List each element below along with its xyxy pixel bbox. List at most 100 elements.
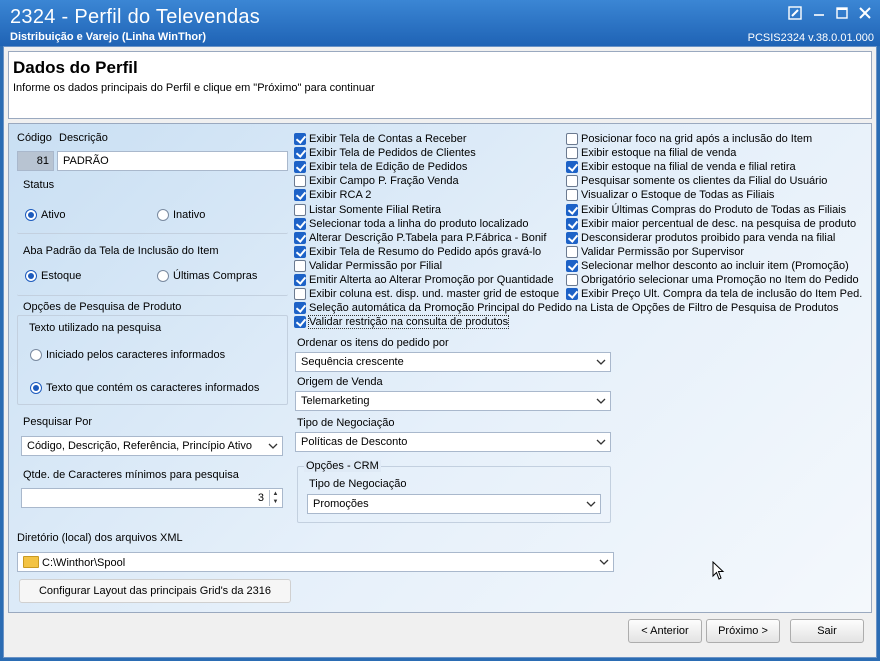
checkbox-checked-icon[interactable] [294,231,306,244]
checkbox-item[interactable]: Alterar Descrição P.Tabela para P.Fábric… [294,231,546,245]
checkbox-unchecked-icon[interactable] [566,245,578,258]
opcoes-pesquisa-label: Opções de Pesquisa de Produto [23,301,182,313]
checkbox-checked-icon[interactable] [294,316,306,328]
aba-estoque-radio[interactable]: Estoque [25,270,81,282]
checkbox-item[interactable]: Validar restrição na consulta de produto… [294,315,510,329]
checkbox-item[interactable]: Exibir Tela de Pedidos de Clientes [294,146,476,160]
window-title: 2324 - Perfil do Televendas [10,6,261,28]
anterior-button[interactable]: < Anterior [628,619,702,643]
checkbox-checked-icon[interactable] [566,259,578,272]
checkbox-item[interactable]: Exibir estoque na filial de venda [566,146,736,160]
stepper-arrows[interactable]: ▲ ▼ [269,490,281,506]
checkbox-checked-icon[interactable] [566,231,578,244]
status-inativo-radio[interactable]: Inativo [157,209,205,221]
checkbox-item[interactable]: Obrigatório selecionar uma Promoção no I… [566,273,859,287]
pesquisa-iniciado-label: Iniciado pelos caracteres informados [46,349,226,361]
checkbox-checked-icon[interactable] [294,274,306,286]
checkbox-unchecked-icon[interactable] [566,274,578,286]
checkbox-item[interactable]: Visualizar o Estoque de Todas as Filiais [566,188,774,202]
ordenar-select[interactable]: Sequência crescente [295,352,611,372]
edit-icon[interactable] [786,6,804,24]
pesquisar-por-select[interactable]: Código, Descrição, Referência, Princípio… [21,436,283,456]
spin-up-icon[interactable]: ▲ [270,490,281,498]
checkbox-label: Validar Permissão por Filial [309,259,443,272]
checkbox-item[interactable]: Posicionar foco na grid após a inclusão … [566,132,812,146]
checkbox-checked-icon[interactable] [566,217,578,230]
diretorio-select[interactable]: C:\Winthor\Spool [17,552,614,572]
checkbox-unchecked-icon[interactable] [294,288,306,301]
codigo-field[interactable]: 81 [17,151,54,171]
checkbox-unchecked-icon[interactable] [566,175,578,188]
checkbox-item[interactable]: Exibir tela de Edição de Pedidos [294,160,467,174]
checkbox-checked-icon[interactable] [294,302,306,314]
checkbox-item[interactable]: Exibir estoque na filial de venda e fili… [566,160,796,174]
checkbox-label: Exibir Tela de Resumo do Pedido após gra… [309,245,542,258]
page-instruction: Informe os dados principais do Perfil e … [13,82,375,94]
page-header: Dados do Perfil Informe os dados princip… [8,51,872,119]
checkbox-checked-icon[interactable] [294,147,306,160]
radio-selected-icon [25,270,37,282]
checkbox-item[interactable]: Exibir Tela de Contas a Receber [294,132,467,146]
checkbox-checked-icon[interactable] [294,161,306,174]
checkbox-item[interactable]: Emitir Alterta ao Alterar Promoção por Q… [294,273,554,287]
pesquisa-iniciado-radio[interactable]: Iniciado pelos caracteres informados [30,349,225,361]
checkbox-unchecked-icon[interactable] [294,203,306,216]
checkbox-checked-icon[interactable] [294,217,306,230]
crm-tipo-select[interactable]: Promoções [307,494,601,514]
aba-ultimas-compras-label: Últimas Compras [173,270,258,282]
pesquisa-contem-radio[interactable]: Texto que contém os caracteres informado… [30,382,259,394]
checkbox-item[interactable]: Exibir coluna est. disp. und. master gri… [294,287,559,301]
checkbox-item[interactable]: Seleção automática da Promoção Principal… [294,301,839,315]
checkbox-label: Exibir Campo P. Fração Venda [309,175,459,188]
checkbox-item[interactable]: Validar Permissão por Filial [294,259,442,273]
minimize-icon[interactable] [810,6,828,24]
checkbox-unchecked-icon[interactable] [294,175,306,188]
origem-value: Telemarketing [301,395,370,407]
checkbox-item[interactable]: Exibir Tela de Resumo do Pedido após gra… [294,245,541,259]
checkbox-checked-icon[interactable] [566,161,578,174]
checkbox-item[interactable]: Exibir Preço Ult. Compra da tela de incl… [566,287,862,301]
checkbox-item[interactable]: Exibir maior percentual de desc. na pesq… [566,217,856,231]
aba-ultimas-compras-radio[interactable]: Últimas Compras [157,270,257,282]
checkbox-checked-icon[interactable] [294,189,306,202]
checkbox-item[interactable]: Exibir Campo P. Fração Venda [294,174,459,188]
checkbox-label: Visualizar o Estoque de Todas as Filiais [581,189,775,202]
checkbox-item[interactable]: Validar Permissão por Supervisor [566,245,744,259]
radio-unselected-icon [157,270,169,282]
checkbox-checked-icon[interactable] [566,203,578,216]
configurar-layout-button[interactable]: Configurar Layout das principais Grid's … [19,579,291,603]
sair-button[interactable]: Sair [790,619,864,643]
checkbox-checked-icon[interactable] [566,288,578,301]
maximize-icon[interactable] [833,6,851,24]
checkbox-item[interactable]: Exibir RCA 2 [294,188,371,202]
pesquisa-contem-label: Texto que contém os caracteres informado… [46,382,260,394]
spin-down-icon[interactable]: ▼ [270,498,281,506]
origem-label: Origem de Venda [297,376,383,388]
version-label: PCSIS2324 v.38.0.01.000 [747,32,874,44]
checkbox-label: Pesquisar somente os clientes da Filial … [581,175,828,188]
checkbox-item[interactable]: Listar Somente Filial Retira [294,203,441,217]
qtde-caracteres-stepper[interactable]: 3 ▲ ▼ [21,488,283,508]
checkbox-checked-icon[interactable] [294,133,306,145]
checkbox-item[interactable]: Exibir Últimas Compras do Produto de Tod… [566,203,846,217]
close-icon[interactable] [856,6,874,24]
proximo-button[interactable]: Próximo > [706,619,780,643]
descricao-field[interactable]: PADRÃO [57,151,288,171]
checkbox-unchecked-icon[interactable] [566,133,578,145]
checkbox-unchecked-icon[interactable] [566,147,578,160]
tipo-negociacao-select[interactable]: Políticas de Desconto [295,432,611,452]
status-ativo-radio[interactable]: Ativo [25,209,65,221]
chevron-down-icon [596,439,606,445]
checkbox-item[interactable]: Pesquisar somente os clientes da Filial … [566,174,827,188]
checkbox-checked-icon[interactable] [294,245,306,258]
checkbox-label: Validar restrição na consulta de produto… [307,315,510,329]
checkbox-item[interactable]: Selecionar toda a linha do produto local… [294,217,529,231]
checkbox-label: Exibir maior percentual de desc. na pesq… [581,217,857,230]
checkbox-label: Seleção automática da Promoção Principal… [309,302,839,314]
checkbox-item[interactable]: Selecionar melhor desconto ao incluir it… [566,259,849,273]
checkbox-unchecked-icon[interactable] [566,189,578,202]
checkbox-item[interactable]: Desconsiderar produtos proibido para ven… [566,231,835,245]
qtde-caracteres-label: Qtde. de Caracteres mínimos para pesquis… [23,469,239,481]
checkbox-unchecked-icon[interactable] [294,259,306,272]
origem-select[interactable]: Telemarketing [295,391,611,411]
